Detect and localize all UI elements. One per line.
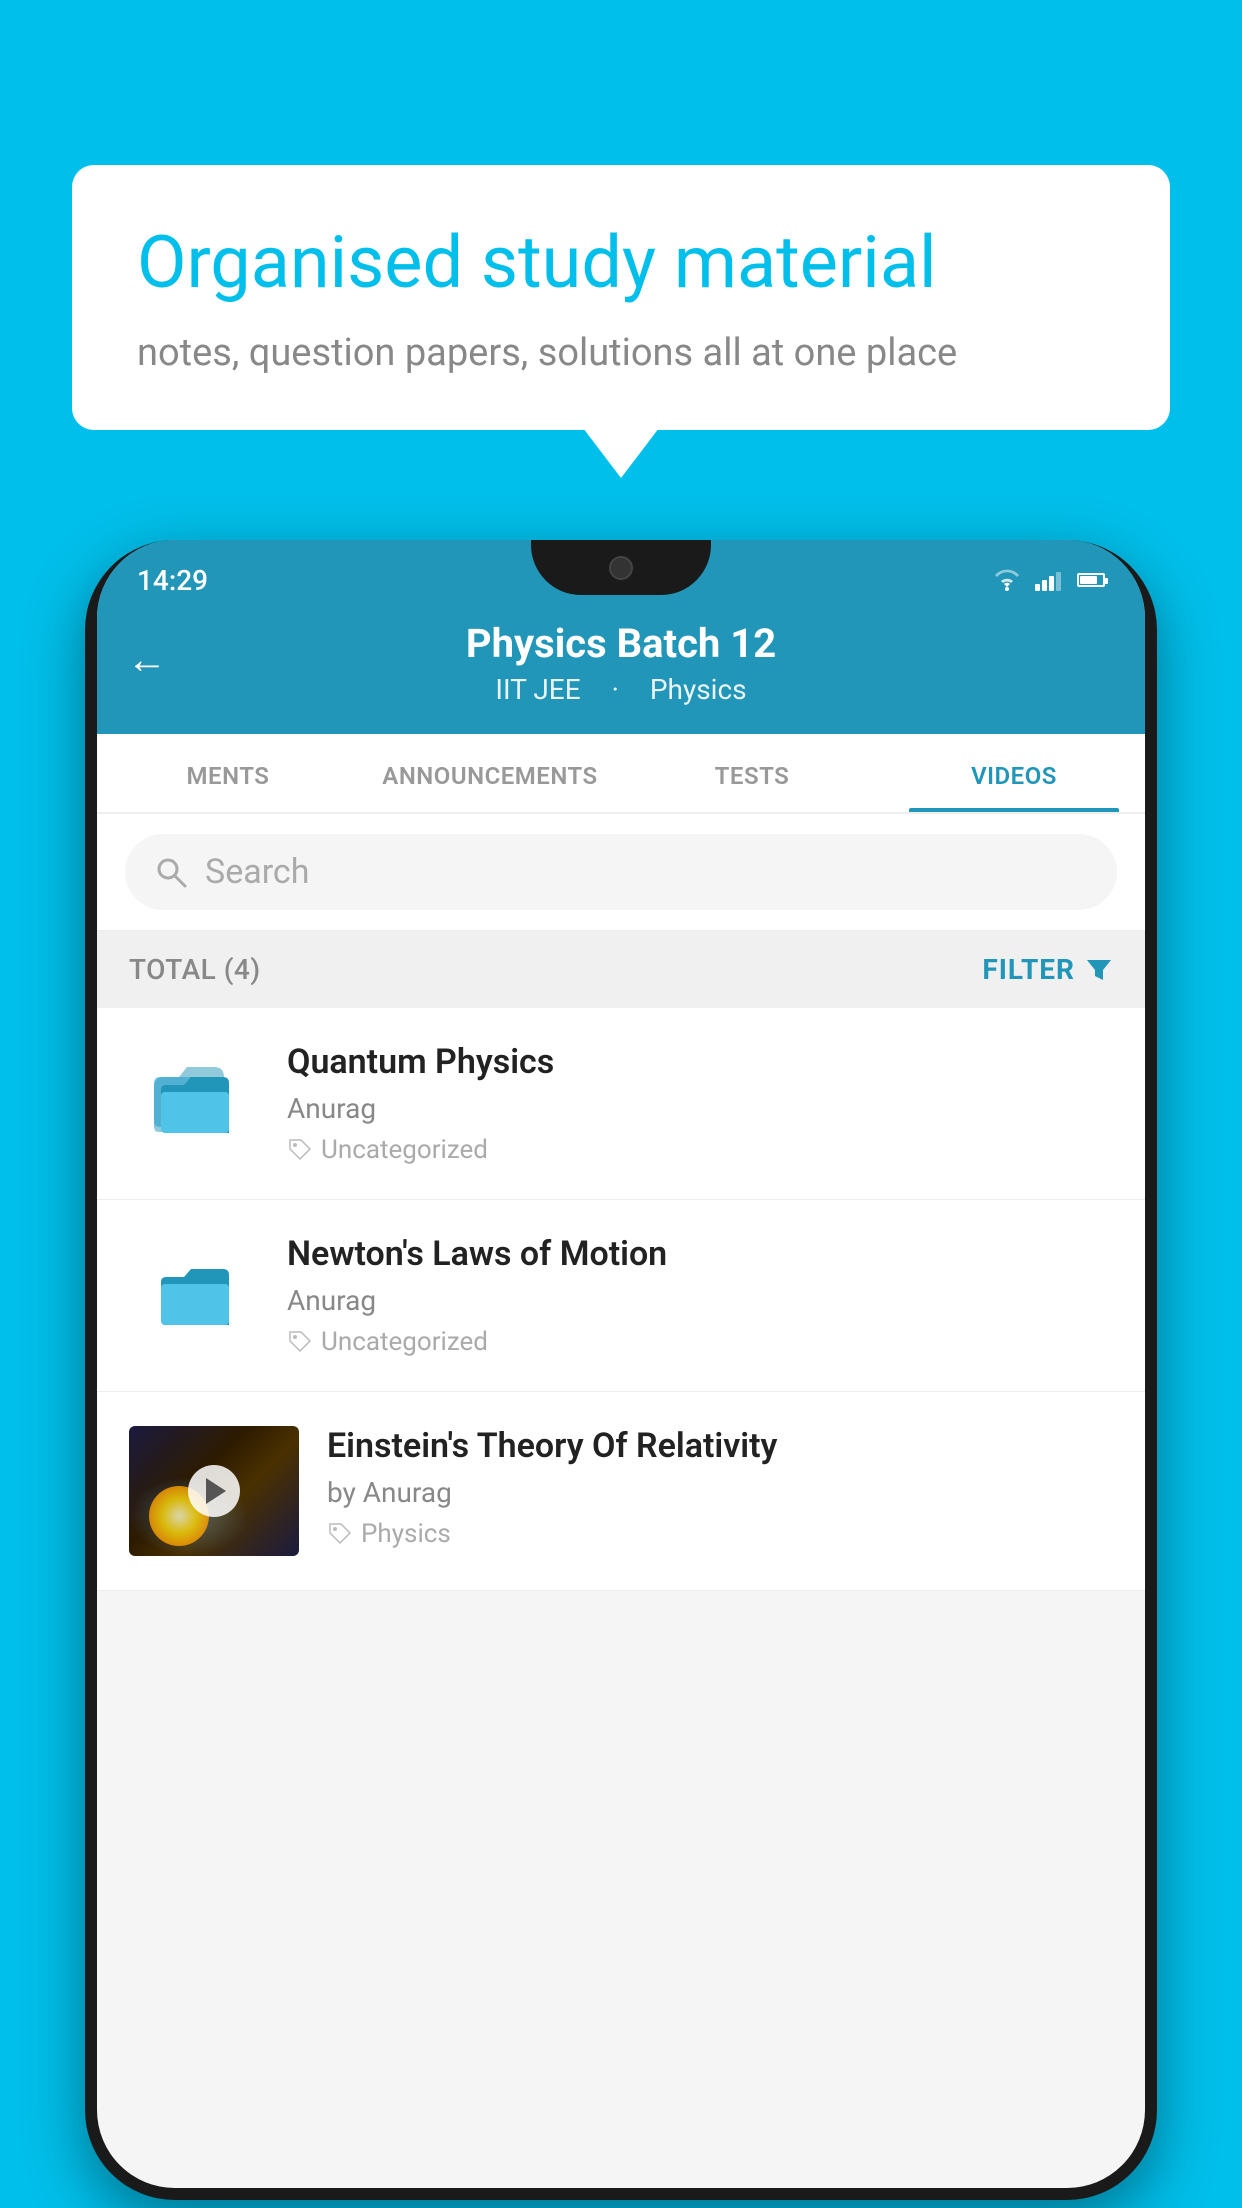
tag-icon [287, 1137, 313, 1163]
video-title-1: Quantum Physics [287, 1042, 1113, 1082]
tab-ments[interactable]: MENTS [97, 734, 359, 812]
status-icons [991, 569, 1105, 591]
status-time: 14:29 [137, 564, 208, 597]
search-icon [153, 854, 189, 890]
speech-bubble: Organised study material notes, question… [72, 165, 1170, 430]
bubble-title: Organised study material [137, 220, 1105, 306]
subtitle-part2: Physics [650, 673, 747, 706]
tag-icon-2 [287, 1329, 313, 1355]
header-title: Physics Batch 12 [97, 620, 1145, 667]
tag-label-1: Uncategorized [321, 1135, 488, 1165]
tag-icon-3 [327, 1521, 353, 1547]
list-item[interactable]: Newton's Laws of Motion Anurag Uncategor… [97, 1200, 1145, 1392]
folder-thumb-2 [129, 1234, 259, 1334]
video-info-3: Einstein's Theory Of Relativity by Anura… [327, 1426, 1113, 1549]
bubble-subtitle: notes, question papers, solutions all at… [137, 331, 1105, 375]
video-tag-3: Physics [327, 1519, 1113, 1549]
filter-icon [1085, 956, 1113, 984]
phone-frame: 14:29 [85, 540, 1157, 2200]
video-info-1: Quantum Physics Anurag Uncategorized [287, 1042, 1113, 1165]
video-thumbnail-einstein [129, 1426, 299, 1556]
search-container: Search [97, 814, 1145, 931]
subtitle-separator: · [612, 673, 626, 706]
video-title-2: Newton's Laws of Motion [287, 1234, 1113, 1274]
video-list: Quantum Physics Anurag Uncategorized [97, 1008, 1145, 1591]
folder-thumb-1 [129, 1042, 259, 1142]
tag-label-3: Physics [361, 1519, 451, 1549]
tab-videos[interactable]: VIDEOS [883, 734, 1145, 812]
play-button[interactable] [188, 1465, 240, 1517]
folder-icon [149, 1047, 239, 1137]
folder-icon-2 [149, 1239, 239, 1329]
video-info-2: Newton's Laws of Motion Anurag Uncategor… [287, 1234, 1113, 1357]
video-tag-1: Uncategorized [287, 1135, 1113, 1165]
search-box[interactable]: Search [125, 834, 1117, 910]
tab-tests[interactable]: TESTS [621, 734, 883, 812]
subtitle-part1: IIT JEE [495, 673, 580, 706]
header-subtitle: IIT JEE · Physics [97, 673, 1145, 706]
video-author-1: Anurag [287, 1092, 1113, 1125]
back-button[interactable]: ← [127, 636, 167, 683]
camera-dot [609, 556, 633, 580]
filter-button[interactable]: FILTER [982, 953, 1113, 986]
video-tag-2: Uncategorized [287, 1327, 1113, 1357]
speech-bubble-container: Organised study material notes, question… [72, 165, 1170, 430]
filter-bar: TOTAL (4) FILTER [97, 931, 1145, 1008]
tab-announcements[interactable]: ANNOUNCEMENTS [359, 734, 621, 812]
phone-wrapper: 14:29 [85, 540, 1157, 2200]
phone-screen: 14:29 [97, 540, 1145, 2188]
video-author-2: Anurag [287, 1284, 1113, 1317]
total-count: TOTAL (4) [129, 953, 261, 986]
tabs-bar: MENTS ANNOUNCEMENTS TESTS VIDEOS [97, 734, 1145, 814]
video-author-3: by Anurag [327, 1476, 1113, 1509]
signal-icon [1035, 569, 1061, 591]
wifi-icon [991, 569, 1023, 591]
video-title-3: Einstein's Theory Of Relativity [327, 1426, 1113, 1466]
list-item[interactable]: Quantum Physics Anurag Uncategorized [97, 1008, 1145, 1200]
search-placeholder: Search [205, 852, 309, 892]
list-item[interactable]: Einstein's Theory Of Relativity by Anura… [97, 1392, 1145, 1591]
notch [531, 540, 711, 595]
battery-icon [1077, 573, 1105, 587]
tag-label-2: Uncategorized [321, 1327, 488, 1357]
